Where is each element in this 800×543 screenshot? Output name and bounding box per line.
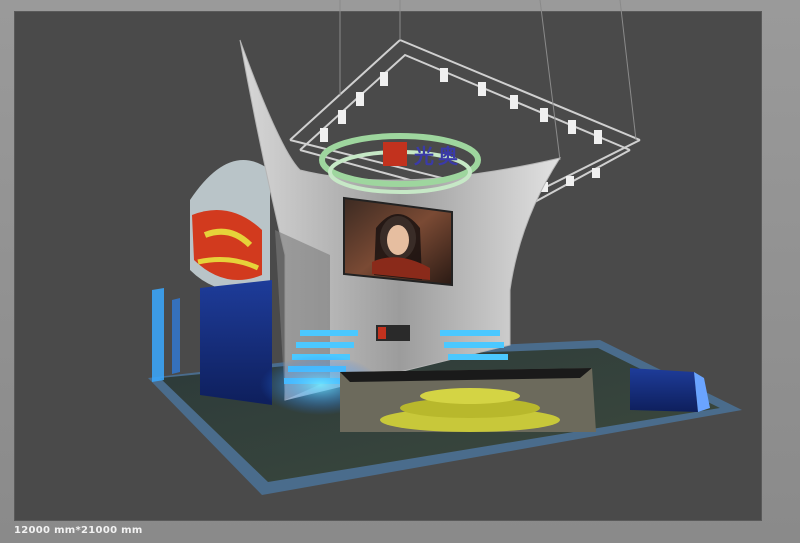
dimension-caption: 12000 mm*21000 mm [14,525,143,536]
left-sculpture [190,160,270,293]
left-glow-pillar-2 [172,298,180,374]
stage-tier-3 [420,388,520,404]
stair-glow-right [440,330,508,360]
booth-render: 光 奥 [148,0,742,495]
logo-seal [383,142,407,166]
left-glow-pillar [152,288,164,382]
right-blue-kiosk [630,368,698,412]
logo-text: 光 [413,144,434,168]
logo-text-right: 奥 [438,144,459,168]
